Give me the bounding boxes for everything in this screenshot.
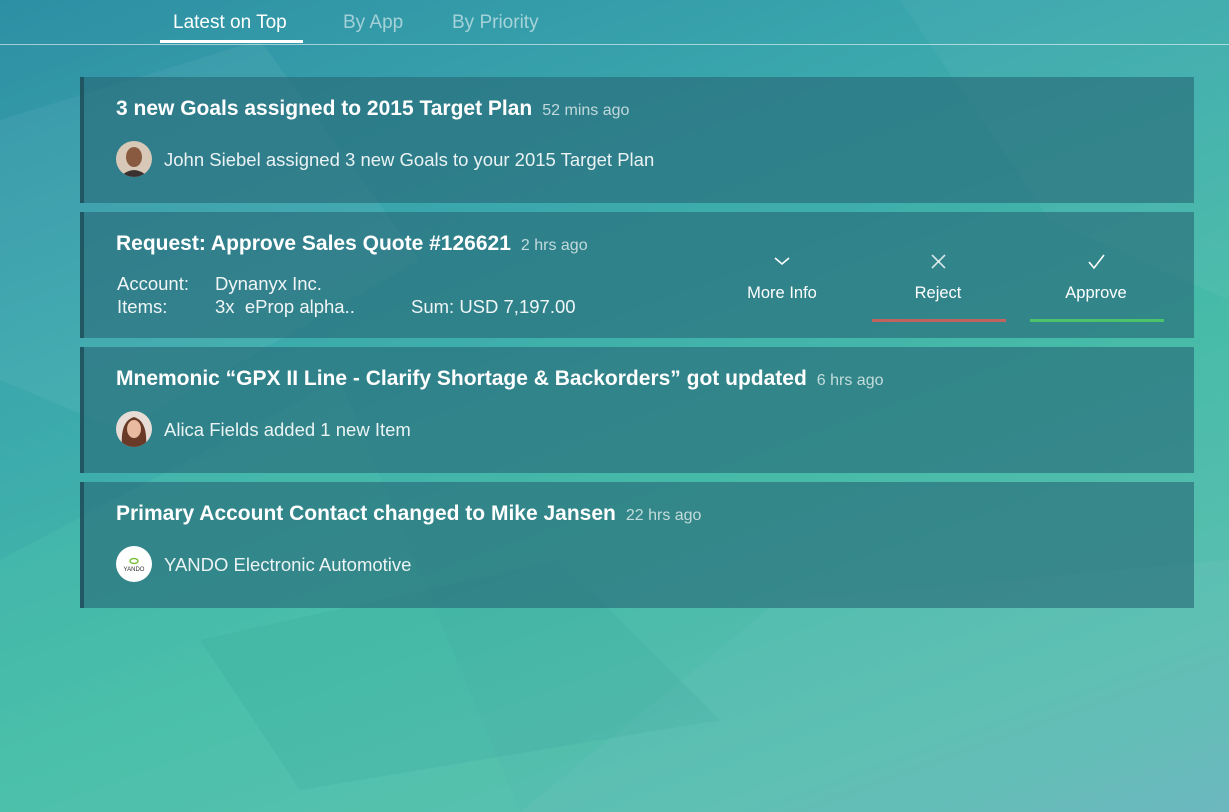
notification-time: 6 hrs ago (816, 372, 884, 389)
reject-underline (872, 319, 1006, 322)
notification-card-account-contact[interactable]: Primary Account Contact changed to Mike … (80, 482, 1194, 608)
active-tab-indicator (160, 40, 303, 43)
notification-card-goals[interactable]: 3 new Goals assigned to 2015 Target Plan… (80, 77, 1194, 203)
sum-value: Sum: USD 7,197.00 (411, 296, 576, 317)
approve-label: Approve (1065, 284, 1127, 302)
tab-by-app[interactable]: By App (343, 12, 403, 34)
chevron-down-icon (774, 257, 790, 266)
notification-card-sales-quote[interactable]: Request: Approve Sales Quote #126621 2 hr… (80, 212, 1194, 338)
notification-card-mnemonic[interactable]: Mnemonic “GPX II Line - Clarify Shortage… (80, 347, 1194, 473)
notification-time: 52 mins ago (542, 102, 630, 119)
notification-time: 2 hrs ago (520, 237, 588, 254)
account-label: Account: (117, 273, 189, 294)
notification-subtitle: YANDO Electronic Automotive (164, 554, 412, 575)
notification-title: Primary Account Contact changed to Mike … (116, 502, 701, 526)
tab-latest-on-top[interactable]: Latest on Top (173, 12, 287, 34)
notification-title: Request: Approve Sales Quote #126621 2 hr… (116, 232, 588, 256)
approve-underline (1030, 319, 1164, 322)
approve-button[interactable]: Approve (1028, 250, 1164, 324)
reject-button[interactable]: Reject (870, 250, 1006, 324)
avatar-alica-fields (116, 411, 152, 447)
more-info-button[interactable]: More Info (714, 250, 850, 324)
filter-tab-bar: Latest on Top By App By Priority (0, 0, 1229, 45)
items-label: Items: (117, 296, 168, 317)
reject-label: Reject (914, 284, 962, 302)
notification-subtitle: Alica Fields added 1 new Item (164, 419, 411, 440)
notification-subtitle: John Siebel assigned 3 new Goals to your… (164, 149, 655, 170)
items-value: 3x eProp alpha.. (215, 296, 355, 317)
notification-title-text: Primary Account Contact changed to Mike … (116, 502, 616, 525)
notification-title-text: 3 new Goals assigned to 2015 Target Plan (116, 97, 533, 120)
tab-by-priority[interactable]: By Priority (452, 12, 539, 34)
svg-text:YANDO: YANDO (124, 567, 145, 573)
account-value: Dynanyx Inc. (215, 273, 322, 294)
notification-title-text: Mnemonic “GPX II Line - Clarify Shortage… (116, 367, 807, 390)
notification-title: Mnemonic “GPX II Line - Clarify Shortage… (116, 367, 884, 391)
notification-title-text: Request: Approve Sales Quote #126621 (116, 232, 511, 255)
notification-title: 3 new Goals assigned to 2015 Target Plan… (116, 97, 629, 121)
checkmark-icon (1088, 254, 1105, 270)
yando-logo: YANDO (116, 546, 152, 582)
more-info-label: More Info (747, 284, 817, 302)
avatar-john-siebel (116, 141, 152, 177)
close-icon (931, 254, 946, 269)
notification-time: 22 hrs ago (625, 507, 702, 524)
